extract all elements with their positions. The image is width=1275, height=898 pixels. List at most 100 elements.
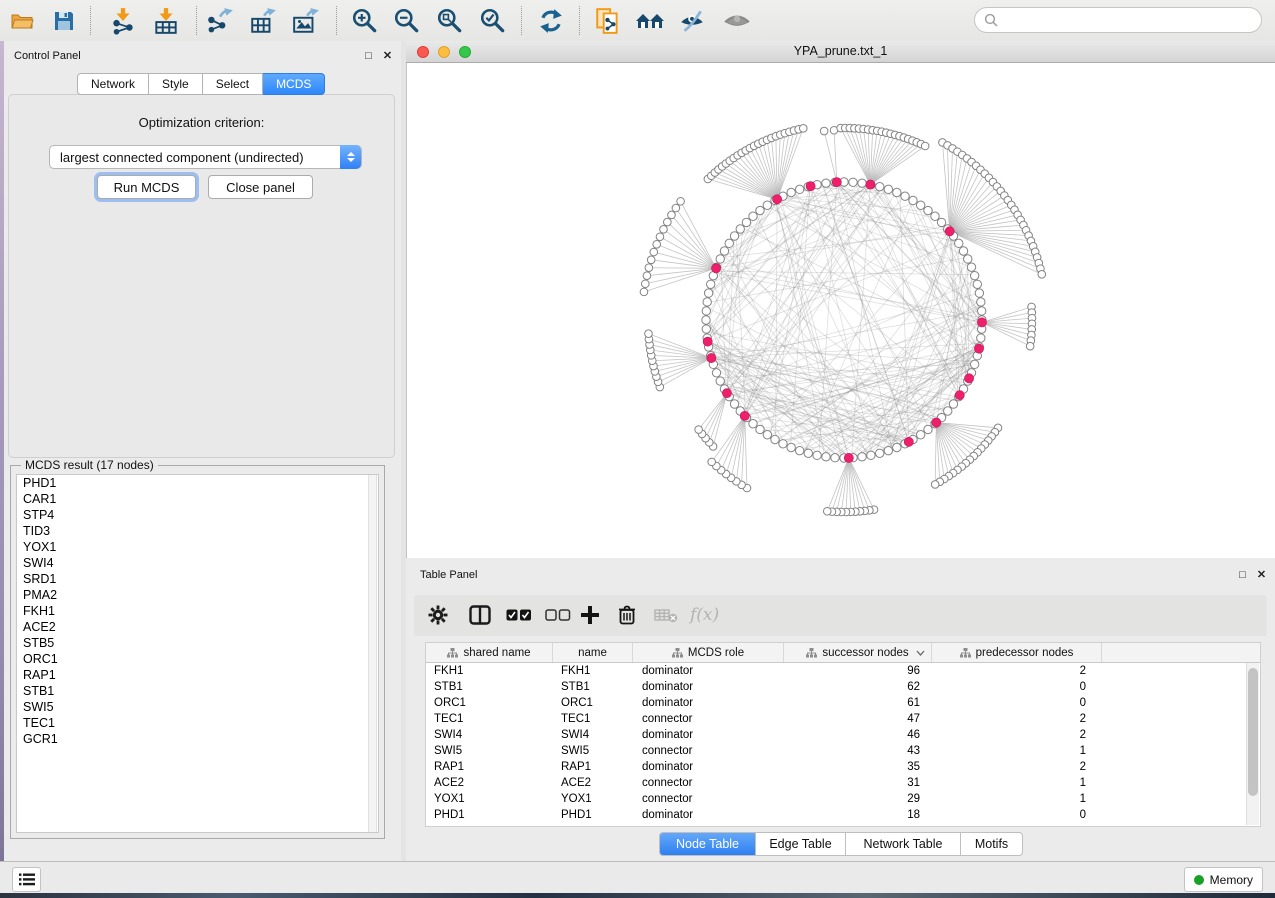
column-header-successor-nodes[interactable]: successor nodes <box>784 643 932 662</box>
network-canvas[interactable] <box>406 63 1275 558</box>
column-header-predecessor-nodes[interactable]: predecessor nodes <box>932 643 1102 662</box>
tab-mcds[interactable]: MCDS <box>263 73 325 95</box>
column-header-name[interactable]: name <box>553 643 633 662</box>
close-table-panel-icon[interactable]: ✕ <box>1255 569 1268 582</box>
table-scrollbar-thumb[interactable] <box>1248 668 1258 796</box>
table-cell: 0 <box>932 809 1102 821</box>
zoom-out-icon[interactable] <box>392 7 422 35</box>
settings-gear-icon[interactable] <box>428 603 448 627</box>
table-cell: SWI5 <box>426 745 553 757</box>
close-panel-button[interactable]: Close panel <box>208 175 313 199</box>
sort-desc-icon <box>916 650 925 656</box>
table-row[interactable]: TEC1TEC1connector472 <box>426 711 1260 727</box>
hide-selected-icon[interactable] <box>677 7 707 35</box>
dominator-node <box>932 418 941 427</box>
deselect-all-icon[interactable] <box>545 603 571 627</box>
mcds-result-item[interactable]: STB1 <box>17 683 378 699</box>
float-table-panel-icon[interactable]: □ <box>1236 569 1249 582</box>
table-row[interactable]: RAP1RAP1dominator352 <box>426 759 1260 775</box>
mcds-result-item[interactable]: STB5 <box>17 635 378 651</box>
table-row[interactable]: PHD1PHD1dominator180 <box>426 807 1260 823</box>
mcds-result-item[interactable]: YOX1 <box>17 539 378 555</box>
table-cell: FKH1 <box>426 665 553 677</box>
mcds-result-item[interactable]: FKH1 <box>17 603 378 619</box>
mcds-result-item[interactable]: SRD1 <box>17 571 378 587</box>
float-panel-icon[interactable]: □ <box>362 50 375 63</box>
show-all-icon[interactable] <box>722 7 752 35</box>
mcds-result-item[interactable]: RAP1 <box>17 667 378 683</box>
search-field[interactable] <box>974 7 1262 33</box>
mcds-result-list[interactable]: PHD1CAR1STP4TID3YOX1SWI4SRD1PMA2FKH1ACE2… <box>16 474 379 833</box>
table-cell: 18 <box>784 809 932 821</box>
desktop-wallpaper-bottom <box>0 893 1275 898</box>
tab-node-table[interactable]: Node Table <box>660 833 756 855</box>
column-header-mcds-role[interactable]: MCDS role <box>633 643 784 662</box>
first-neighbors-icon[interactable] <box>635 7 665 35</box>
memory-button[interactable]: Memory <box>1184 867 1263 892</box>
mcds-result-item[interactable]: TID3 <box>17 523 378 539</box>
criterion-select[interactable]: largest connected component (undirected) <box>49 145 362 169</box>
dominator-node <box>945 227 954 236</box>
dominator-node <box>707 353 716 362</box>
export-table-icon[interactable] <box>248 7 278 35</box>
table-cell: dominator <box>633 697 784 709</box>
zoom-fit-icon[interactable] <box>435 7 465 35</box>
delete-column-icon[interactable] <box>618 603 636 627</box>
node-table-body: FKH1FKH1dominator962STB1STB1dominator620… <box>426 663 1260 823</box>
mcds-result-item[interactable]: SWI4 <box>17 555 378 571</box>
mcds-result-item[interactable]: ORC1 <box>17 651 378 667</box>
mcds-result-item[interactable]: ACE2 <box>17 619 378 635</box>
show-column-icon[interactable] <box>469 603 491 627</box>
table-row[interactable]: SWI4SWI4dominator462 <box>426 727 1260 743</box>
import-table-icon[interactable] <box>151 7 181 35</box>
export-network-icon[interactable] <box>205 7 235 35</box>
tab-network[interactable]: Network <box>77 73 149 95</box>
column-header-shared-name[interactable]: shared name <box>426 643 553 662</box>
table-cell: 1 <box>932 777 1102 789</box>
tab-select[interactable]: Select <box>203 73 263 95</box>
run-mcds-button[interactable]: Run MCDS <box>97 175 196 199</box>
mcds-result-item[interactable]: PMA2 <box>17 587 378 603</box>
mcds-result-item[interactable]: GCR1 <box>17 731 378 747</box>
duplicate-network-icon[interactable] <box>593 7 623 35</box>
close-panel-icon[interactable]: ✕ <box>381 50 394 63</box>
table-row[interactable]: SWI5SWI5connector431 <box>426 743 1260 759</box>
task-history-button[interactable] <box>12 867 41 892</box>
table-cell: SWI4 <box>426 729 553 741</box>
table-row[interactable]: FKH1FKH1dominator962 <box>426 663 1260 679</box>
select-all-checked-icon[interactable] <box>506 603 532 627</box>
add-column-icon[interactable] <box>580 603 600 627</box>
table-cell: YOX1 <box>553 793 633 805</box>
table-cell: PHD1 <box>426 809 553 821</box>
mcds-result-item[interactable]: PHD1 <box>17 475 378 491</box>
open-file-icon[interactable] <box>7 7 37 35</box>
result-scrollbar[interactable] <box>368 475 377 832</box>
table-row[interactable]: STB1STB1dominator620 <box>426 679 1260 695</box>
export-image-icon[interactable] <box>291 7 321 35</box>
tab-style[interactable]: Style <box>149 73 203 95</box>
table-row[interactable]: ACE2ACE2connector311 <box>426 775 1260 791</box>
import-network-icon[interactable] <box>108 7 138 35</box>
mcds-result-item[interactable]: TEC1 <box>17 715 378 731</box>
save-session-icon[interactable] <box>49 7 79 35</box>
tab-motifs[interactable]: Motifs <box>961 833 1022 855</box>
table-scrollbar[interactable] <box>1246 663 1259 825</box>
tab-network-table[interactable]: Network Table <box>846 833 961 855</box>
table-cell: 62 <box>784 681 932 693</box>
network-titlebar[interactable]: YPA_prune.txt_1 <box>406 41 1275 63</box>
table-row[interactable]: YOX1YOX1connector291 <box>426 791 1260 807</box>
refresh-icon[interactable] <box>536 7 566 35</box>
tab-edge-table[interactable]: Edge Table <box>756 833 846 855</box>
table-cell: ORC1 <box>426 697 553 709</box>
dominator-node <box>904 437 913 446</box>
dominator-node <box>866 180 875 189</box>
mcds-result-item[interactable]: STP4 <box>17 507 378 523</box>
zoom-selected-icon[interactable] <box>478 7 508 35</box>
table-cell: ACE2 <box>426 777 553 789</box>
mcds-result-item[interactable]: SWI5 <box>17 699 378 715</box>
search-input[interactable] <box>1003 12 1261 28</box>
mcds-result-item[interactable]: CAR1 <box>17 491 378 507</box>
table-row[interactable]: ORC1ORC1dominator610 <box>426 695 1260 711</box>
zoom-in-icon[interactable] <box>350 7 380 35</box>
dominator-node <box>711 264 720 273</box>
